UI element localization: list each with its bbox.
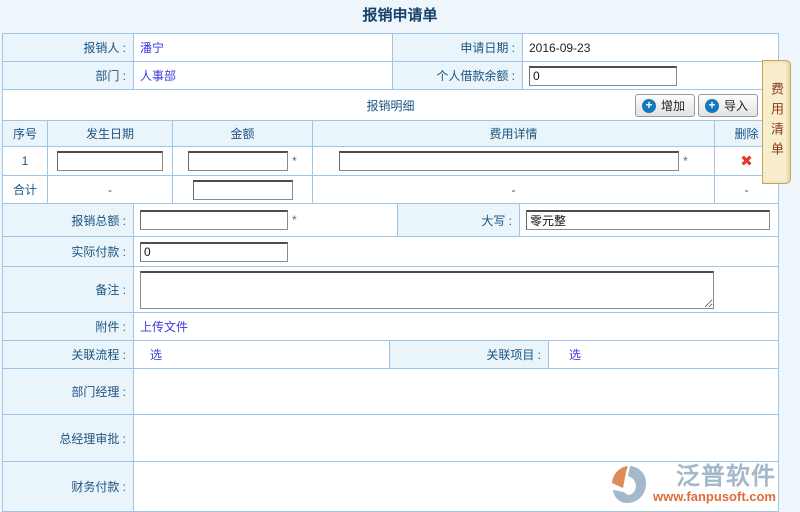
total-amount-cell xyxy=(173,176,313,203)
total-amount-input-cell: * xyxy=(134,204,398,236)
gm-approval-label: 总经理审批 : xyxy=(3,415,134,461)
apply-date-label: 申请日期 : xyxy=(393,34,523,61)
plus-icon: + xyxy=(705,99,719,113)
actual-payment-label: 实际付款 : xyxy=(3,237,134,266)
loan-balance-cell xyxy=(523,62,778,89)
row-remark: 备注 : xyxy=(3,267,778,313)
detail-desc-cell: * xyxy=(313,147,715,175)
col-header-desc: 费用详情 xyxy=(313,121,715,146)
related-project-label: 关联项目 : xyxy=(390,341,549,368)
required-mark: * xyxy=(292,154,297,168)
remark-label: 备注 : xyxy=(3,267,134,312)
page-title: 报销申请单 xyxy=(0,0,800,29)
total-date-dash: - xyxy=(48,176,173,203)
apply-date-value: 2016-09-23 xyxy=(523,34,778,61)
gm-approval-cell xyxy=(134,415,778,461)
upload-file-link[interactable]: 上传文件 xyxy=(140,318,188,335)
finance-payment-label: 财务付款 : xyxy=(3,462,134,511)
reimburser-value: 潘宁 xyxy=(140,39,164,56)
related-flow-label: 关联流程 : xyxy=(3,341,134,368)
total-label: 合计 xyxy=(3,176,48,203)
row-gm-approval: 总经理审批 : xyxy=(3,415,778,462)
loan-balance-input[interactable] xyxy=(529,66,677,86)
reimburse-total-input[interactable] xyxy=(140,210,288,230)
row-dept-manager: 部门经理 : xyxy=(3,369,778,415)
expense-list-side-tab[interactable]: 费用清单 xyxy=(762,60,791,184)
col-header-seq: 序号 xyxy=(3,121,48,146)
fanpu-logo-icon xyxy=(609,464,649,506)
related-flow-cell: 选 xyxy=(134,341,390,368)
detail-amount-cell: * xyxy=(173,147,313,175)
logo-name: 泛普软件 xyxy=(676,464,776,490)
dept-manager-cell xyxy=(134,369,778,414)
attachment-label: 附件 : xyxy=(3,313,134,340)
loan-balance-label: 个人借款余额 : xyxy=(393,62,523,89)
import-detail-label: 导入 xyxy=(724,97,748,114)
actual-payment-input[interactable] xyxy=(140,242,288,262)
logo-url: www.fanpusoft.com xyxy=(653,490,776,503)
fanpu-logo: 泛普软件 www.fanpusoft.com xyxy=(609,464,776,506)
detail-total-row: 合计 - - - xyxy=(3,176,778,204)
reimburser-value-cell: 潘宁 xyxy=(134,34,393,61)
detail-date-cell xyxy=(48,147,173,175)
related-flow-link[interactable]: 选 xyxy=(150,346,162,363)
row-attachment: 附件 : 上传文件 xyxy=(3,313,778,341)
row-total-amount: 报销总额 : * 大写 : xyxy=(3,204,778,237)
col-header-date: 发生日期 xyxy=(48,121,173,146)
delete-row-icon[interactable]: ✖ xyxy=(740,154,753,169)
col-header-amount: 金额 xyxy=(173,121,313,146)
detail-amount-input[interactable] xyxy=(188,151,288,171)
related-project-link[interactable]: 选 xyxy=(569,346,581,363)
row-detail-header: 报销明细 + 增加 + 导入 xyxy=(3,90,778,121)
remark-cell xyxy=(134,267,778,312)
expense-form-table: 报销人 : 潘宁 申请日期 : 2016-09-23 部门 : 人事部 个人借款… xyxy=(2,33,779,512)
uppercase-label: 大写 : xyxy=(398,204,520,236)
plus-icon: + xyxy=(642,99,656,113)
total-amount-input[interactable] xyxy=(193,180,293,200)
detail-buttons: + 增加 + 导入 xyxy=(635,94,758,117)
row-department: 部门 : 人事部 个人借款余额 : xyxy=(3,62,778,90)
required-mark: * xyxy=(292,213,297,227)
related-project-cell: 选 xyxy=(549,341,778,368)
department-value: 人事部 xyxy=(140,67,176,84)
department-label: 部门 : xyxy=(3,62,134,89)
detail-desc-input[interactable] xyxy=(339,151,679,171)
detail-date-input[interactable] xyxy=(57,151,163,171)
import-detail-button[interactable]: + 导入 xyxy=(698,94,758,117)
attachment-cell: 上传文件 xyxy=(134,313,778,340)
detail-seq: 1 xyxy=(3,147,48,175)
detail-data-row: 1 * * ✖ xyxy=(3,147,778,176)
reimburser-label: 报销人 : xyxy=(3,34,134,61)
department-value-cell: 人事部 xyxy=(134,62,393,89)
total-desc-dash: - xyxy=(313,176,715,203)
row-reimburser: 报销人 : 潘宁 申请日期 : 2016-09-23 xyxy=(3,34,778,62)
dept-manager-label: 部门经理 : xyxy=(3,369,134,414)
row-related: 关联流程 : 选 关联项目 : 选 xyxy=(3,341,778,369)
remark-textarea[interactable] xyxy=(140,271,714,309)
uppercase-cell xyxy=(520,204,778,236)
add-detail-button[interactable]: + 增加 xyxy=(635,94,695,117)
detail-header-row: 序号 发生日期 金额 费用详情 删除 xyxy=(3,121,778,147)
row-actual-payment: 实际付款 : xyxy=(3,237,778,267)
uppercase-input[interactable] xyxy=(526,210,770,230)
required-mark: * xyxy=(683,154,688,168)
actual-payment-cell xyxy=(134,237,778,266)
add-detail-label: 增加 xyxy=(661,97,685,114)
total-amount-label: 报销总额 : xyxy=(3,204,134,236)
